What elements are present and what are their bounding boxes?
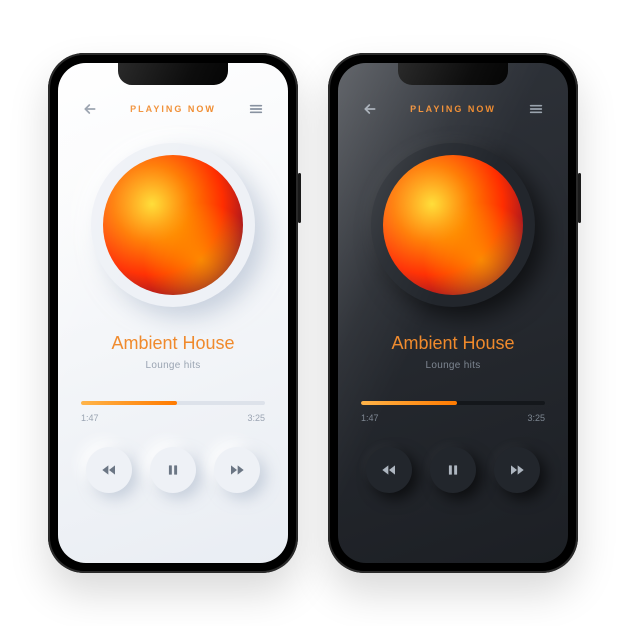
- total-time: 3:25: [247, 413, 265, 423]
- pause-button[interactable]: [150, 447, 196, 493]
- phone-frame-light: PLAYING NOW Ambient House Lounge hits 1:…: [48, 53, 298, 573]
- progress-area: 1:47 3:25: [81, 401, 265, 423]
- pause-icon: [166, 463, 180, 477]
- back-arrow-icon: [362, 101, 378, 117]
- previous-track-icon: [381, 462, 397, 478]
- progress-bar[interactable]: [361, 401, 545, 405]
- next-track-icon: [229, 462, 245, 478]
- progress-fill: [361, 401, 457, 405]
- time-labels: 1:47 3:25: [81, 413, 265, 423]
- album-art-container[interactable]: [91, 143, 255, 307]
- back-button[interactable]: [78, 97, 102, 121]
- back-arrow-icon: [82, 101, 98, 117]
- total-time: 3:25: [527, 413, 545, 423]
- player-screen-light: PLAYING NOW Ambient House Lounge hits 1:…: [58, 63, 288, 563]
- menu-button[interactable]: [244, 97, 268, 121]
- track-subtitle: Lounge hits: [145, 360, 200, 371]
- pause-icon: [446, 463, 460, 477]
- next-button[interactable]: [494, 447, 540, 493]
- back-button[interactable]: [358, 97, 382, 121]
- player-screen-dark: PLAYING NOW Ambient House Lounge hits 1:…: [338, 63, 568, 563]
- next-button[interactable]: [214, 447, 260, 493]
- header-title: PLAYING NOW: [130, 104, 216, 114]
- progress-fill: [81, 401, 177, 405]
- previous-button[interactable]: [366, 447, 412, 493]
- header-title: PLAYING NOW: [410, 104, 496, 114]
- album-art: [103, 155, 243, 295]
- pause-button[interactable]: [430, 447, 476, 493]
- album-art-container[interactable]: [371, 143, 535, 307]
- playback-controls: [86, 447, 260, 493]
- previous-track-icon: [101, 462, 117, 478]
- time-labels: 1:47 3:25: [361, 413, 545, 423]
- hamburger-icon: [528, 101, 544, 117]
- menu-button[interactable]: [524, 97, 548, 121]
- playback-controls: [366, 447, 540, 493]
- phone-frame-dark: PLAYING NOW Ambient House Lounge hits 1:…: [328, 53, 578, 573]
- track-title: Ambient House: [111, 333, 234, 354]
- album-art: [383, 155, 523, 295]
- phone-notch: [118, 63, 228, 85]
- hamburger-icon: [248, 101, 264, 117]
- progress-area: 1:47 3:25: [361, 401, 545, 423]
- track-title: Ambient House: [391, 333, 514, 354]
- elapsed-time: 1:47: [361, 413, 379, 423]
- phone-notch: [398, 63, 508, 85]
- next-track-icon: [509, 462, 525, 478]
- previous-button[interactable]: [86, 447, 132, 493]
- elapsed-time: 1:47: [81, 413, 99, 423]
- progress-bar[interactable]: [81, 401, 265, 405]
- track-subtitle: Lounge hits: [425, 360, 480, 371]
